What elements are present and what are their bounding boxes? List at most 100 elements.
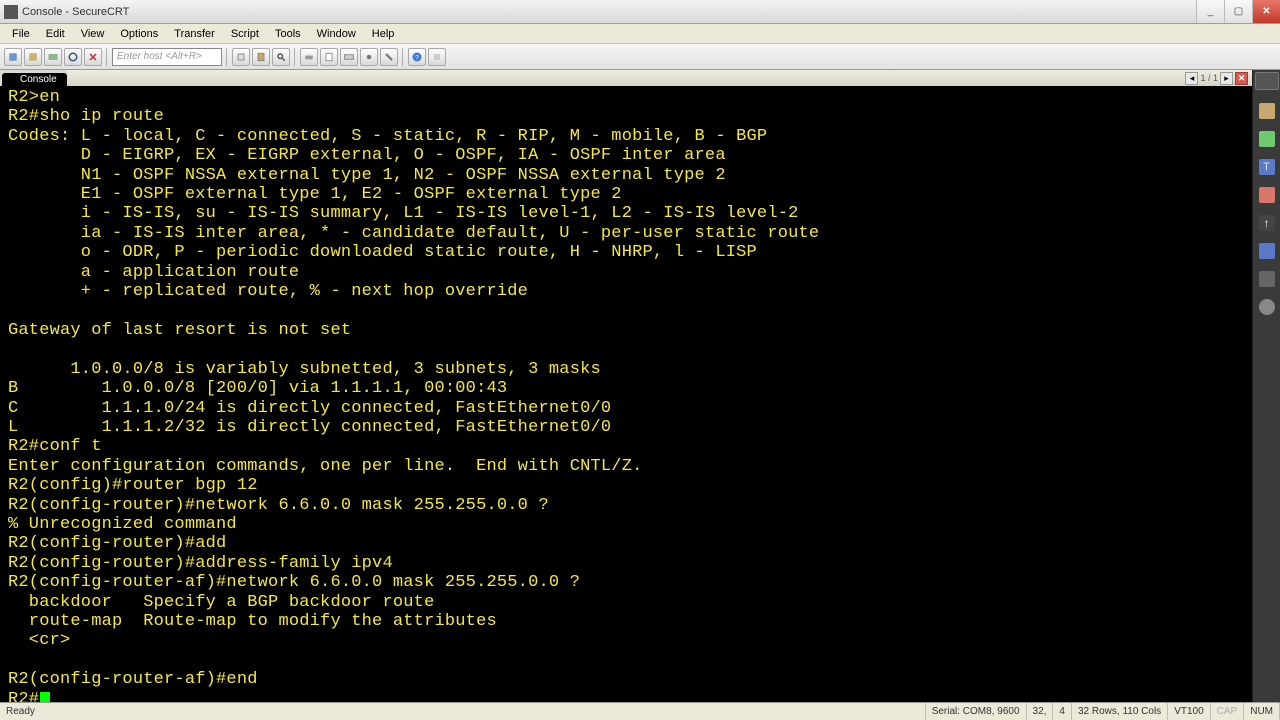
status-cursor-row: 32, — [1027, 703, 1054, 720]
toolbar-quick-connect-icon[interactable] — [24, 48, 42, 66]
terminal-line: backdoor Specify a BGP backdoor route — [8, 593, 1246, 612]
toolbar-log-icon[interactable] — [320, 48, 338, 66]
terminal-line: B 1.0.0.0/8 [200/0] via 1.1.1.1, 00:00:4… — [8, 379, 1246, 398]
tab-label: Console — [20, 74, 57, 85]
tab-console[interactable]: Console — [2, 73, 67, 86]
menu-transfer[interactable]: Transfer — [166, 26, 223, 42]
terminal-line: R2#sho ip route — [8, 107, 1246, 126]
menu-bar: File Edit View Options Transfer Script T… — [0, 24, 1280, 44]
side-arrow-icon[interactable]: ↑ — [1257, 212, 1277, 234]
terminal-line: ia - IS-IS inter area, * - candidate def… — [8, 224, 1246, 243]
terminal-line: E1 - OSPF external type 1, E2 - OSPF ext… — [8, 185, 1246, 204]
terminal-line: R2(config-router-af)#network 6.6.0.0 mas… — [8, 573, 1246, 592]
menu-view[interactable]: View — [73, 26, 113, 42]
toolbar-print-icon[interactable] — [300, 48, 318, 66]
menu-file[interactable]: File — [4, 26, 38, 42]
terminal-line: Codes: L - local, C - connected, S - sta… — [8, 127, 1246, 146]
menu-window[interactable]: Window — [309, 26, 364, 42]
terminal-line: <cr> — [8, 631, 1246, 650]
toolbar-separator — [106, 48, 108, 66]
close-button[interactable]: ✕ — [1252, 0, 1280, 23]
terminal-line: a - application route — [8, 263, 1246, 282]
side-highlighter-icon[interactable] — [1257, 128, 1277, 150]
toolbar-reconnect-icon[interactable] — [64, 48, 82, 66]
status-caps: CAP — [1211, 703, 1245, 720]
terminal-prompt: R2# — [8, 690, 39, 702]
side-text-icon[interactable]: T — [1257, 156, 1277, 178]
terminal-line: R2(config-router)#add — [8, 534, 1246, 553]
terminal-line: route-map Route-map to modify the attrib… — [8, 612, 1246, 631]
terminal-line: R2(config)#router bgp 12 — [8, 476, 1246, 495]
terminal-line: 1.0.0.0/8 is variably subnetted, 3 subne… — [8, 360, 1246, 379]
tab-strip: Console ◂ 1 / 1 ▸ ✕ — [0, 70, 1252, 86]
side-eraser-icon[interactable] — [1257, 184, 1277, 206]
terminal-line: o - ODR, P - periodic downloaded static … — [8, 243, 1246, 262]
toolbar-paste-icon[interactable] — [252, 48, 270, 66]
terminal-line: Gateway of last resort is not set — [8, 321, 1246, 340]
tab-close-button[interactable]: ✕ — [1235, 72, 1248, 85]
side-tool-strip: T ↑ — [1252, 70, 1280, 702]
toolbar-sessions-icon[interactable] — [44, 48, 62, 66]
toolbar-separator — [294, 48, 296, 66]
menu-script[interactable]: Script — [223, 26, 267, 42]
status-bar: Ready Serial: COM8, 9600 32, 4 32 Rows, … — [0, 702, 1280, 720]
toolbar-copy-icon[interactable] — [232, 48, 250, 66]
toolbar: Enter host <Alt+R> ? — [0, 44, 1280, 70]
terminal-line — [8, 651, 1246, 670]
terminal-output[interactable]: R2>enR2#sho ip routeCodes: L - local, C … — [0, 86, 1252, 702]
menu-help[interactable]: Help — [364, 26, 403, 42]
side-pencil-icon[interactable] — [1257, 100, 1277, 122]
terminal-line: R2(config-router-af)#end — [8, 670, 1246, 689]
svg-text:?: ? — [415, 54, 419, 61]
terminal-line: R2(config-router)#address-family ipv4 — [8, 554, 1246, 573]
status-num: NUM — [1244, 703, 1280, 720]
terminal-line: N1 - OSPF NSSA external type 1, N2 - OSP… — [8, 166, 1246, 185]
status-ready: Ready — [0, 703, 926, 720]
side-toggle-icon[interactable] — [1255, 72, 1279, 90]
terminal-column: Console ◂ 1 / 1 ▸ ✕ R2>enR2#sho ip route… — [0, 70, 1252, 702]
terminal-line: C 1.1.1.0/24 is directly connected, Fast… — [8, 399, 1246, 418]
status-terminal-type: VT100 — [1168, 703, 1210, 720]
menu-tools[interactable]: Tools — [267, 26, 309, 42]
toolbar-tools-icon[interactable] — [380, 48, 398, 66]
toolbar-about-icon[interactable] — [428, 48, 446, 66]
terminal-line: + - replicated route, % - next hop overr… — [8, 282, 1246, 301]
toolbar-separator — [402, 48, 404, 66]
tab-counter: 1 / 1 — [1200, 73, 1218, 83]
toolbar-find-icon[interactable] — [272, 48, 290, 66]
terminal-line: % Unrecognized command — [8, 515, 1246, 534]
minimize-button[interactable]: _ — [1196, 0, 1224, 23]
status-dimensions: 32 Rows, 110 Cols — [1072, 703, 1168, 720]
side-gear-icon[interactable] — [1257, 296, 1277, 318]
side-clip-icon[interactable] — [1257, 240, 1277, 262]
terminal-cursor — [40, 692, 50, 702]
tab-list-button[interactable]: ◂ — [1185, 72, 1198, 85]
terminal-line: Enter configuration commands, one per li… — [8, 457, 1246, 476]
status-cursor-col: 4 — [1053, 703, 1072, 720]
tab-next-button[interactable]: ▸ — [1220, 72, 1233, 85]
terminal-line: i - IS-IS, su - IS-IS summary, L1 - IS-I… — [8, 204, 1246, 223]
toolbar-separator — [226, 48, 228, 66]
menu-edit[interactable]: Edit — [38, 26, 73, 42]
side-pointer-icon[interactable] — [1257, 268, 1277, 290]
host-input[interactable]: Enter host <Alt+R> — [112, 48, 222, 66]
toolbar-keymap-icon[interactable] — [340, 48, 358, 66]
title-bar: Console - SecureCRT _ ▢ ✕ — [0, 0, 1280, 24]
toolbar-help-icon[interactable]: ? — [408, 48, 426, 66]
menu-options[interactable]: Options — [112, 26, 166, 42]
terminal-line — [8, 340, 1246, 359]
toolbar-connect-icon[interactable] — [4, 48, 22, 66]
terminal-line: R2(config-router)#network 6.6.0.0 mask 2… — [8, 496, 1246, 515]
terminal-line — [8, 301, 1246, 320]
toolbar-disconnect-icon[interactable] — [84, 48, 102, 66]
status-serial: Serial: COM8, 9600 — [926, 703, 1027, 720]
app-icon — [4, 5, 18, 19]
maximize-button[interactable]: ▢ — [1224, 0, 1252, 23]
terminal-line: D - EIGRP, EX - EIGRP external, O - OSPF… — [8, 146, 1246, 165]
terminal-line: R2#conf t — [8, 437, 1246, 456]
toolbar-options-icon[interactable] — [360, 48, 378, 66]
terminal-line: L 1.1.1.2/32 is directly connected, Fast… — [8, 418, 1246, 437]
window-controls: _ ▢ ✕ — [1196, 0, 1280, 23]
terminal-prompt-line: R2# — [8, 690, 1246, 702]
tab-strip-spacer: ◂ 1 / 1 ▸ ✕ — [67, 70, 1252, 86]
